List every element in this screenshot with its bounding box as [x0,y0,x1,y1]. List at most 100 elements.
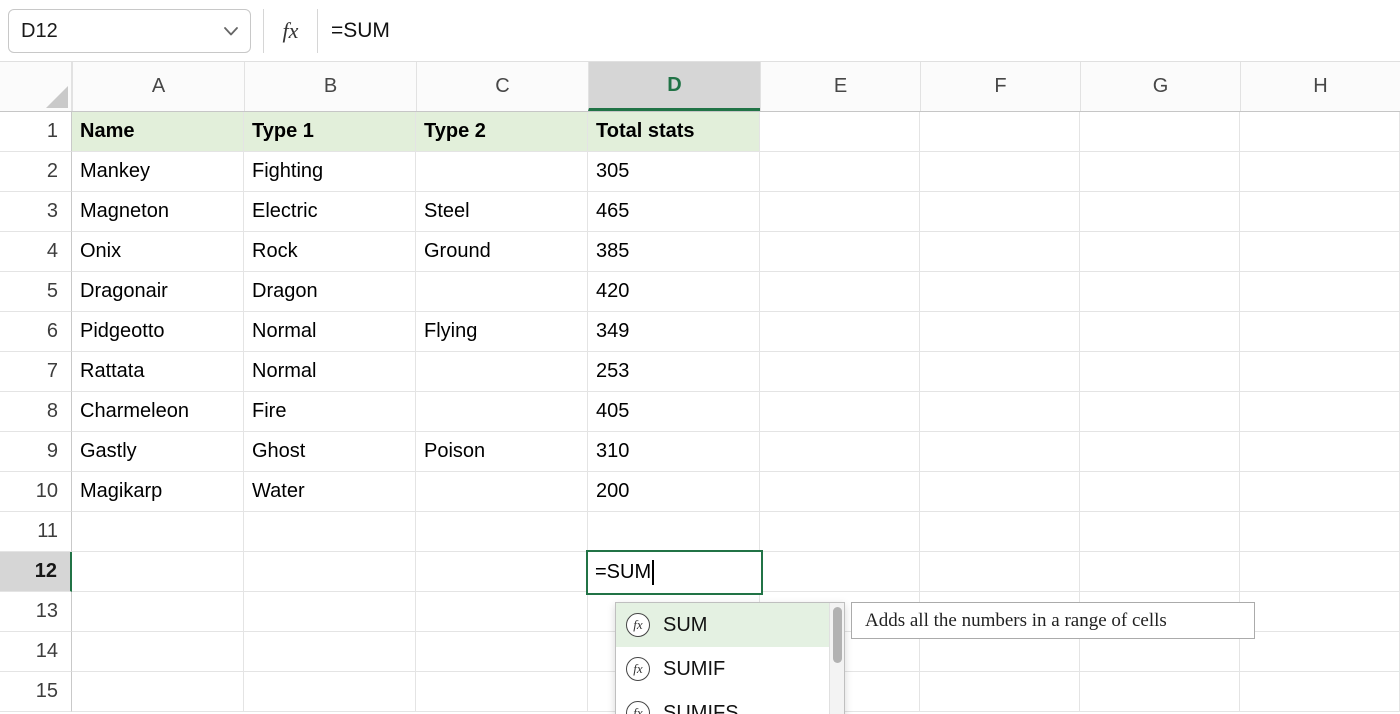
column-header-E[interactable]: E [760,62,920,111]
cell-C15[interactable] [416,672,588,712]
row-header-3[interactable]: 3 [0,192,72,232]
cell-C6[interactable]: Flying [416,312,588,352]
cell-C9[interactable]: Poison [416,432,588,472]
cell-G2[interactable] [1080,152,1240,192]
cell-H9[interactable] [1240,432,1400,472]
cell-E2[interactable] [760,152,920,192]
cell-C4[interactable]: Ground [416,232,588,272]
cell-C8[interactable] [416,392,588,432]
cell-B13[interactable] [244,592,416,632]
column-header-C[interactable]: C [416,62,588,111]
cell-G4[interactable] [1080,232,1240,272]
cell-E1[interactable] [760,112,920,152]
cell-F2[interactable] [920,152,1080,192]
cell-D4[interactable]: 385 [588,232,760,272]
cell-D6[interactable]: 349 [588,312,760,352]
cell-editor-D12[interactable]: =SUM [586,550,763,595]
cell-B9[interactable]: Ghost [244,432,416,472]
cell-C1[interactable]: Type 2 [416,112,588,152]
cell-H12[interactable] [1240,552,1400,592]
cell-G1[interactable] [1080,112,1240,152]
cell-A6[interactable]: Pidgeotto [72,312,244,352]
cell-D8[interactable]: 405 [588,392,760,432]
cell-D1[interactable]: Total stats [588,112,760,152]
cell-A5[interactable]: Dragonair [72,272,244,312]
cell-C11[interactable] [416,512,588,552]
cell-H6[interactable] [1240,312,1400,352]
cell-B4[interactable]: Rock [244,232,416,272]
cell-A14[interactable] [72,632,244,672]
cell-G15[interactable] [1080,672,1240,712]
cell-C10[interactable] [416,472,588,512]
cell-F10[interactable] [920,472,1080,512]
autocomplete-item-SUM[interactable]: fxSUM [616,603,830,647]
cell-G9[interactable] [1080,432,1240,472]
cell-F11[interactable] [920,512,1080,552]
cell-C13[interactable] [416,592,588,632]
cell-B5[interactable]: Dragon [244,272,416,312]
row-header-6[interactable]: 6 [0,312,72,352]
cell-A11[interactable] [72,512,244,552]
row-header-13[interactable]: 13 [0,592,72,632]
cell-A1[interactable]: Name [72,112,244,152]
row-header-15[interactable]: 15 [0,672,72,712]
cell-F15[interactable] [920,672,1080,712]
cell-A12[interactable] [72,552,244,592]
cell-G7[interactable] [1080,352,1240,392]
cell-H4[interactable] [1240,232,1400,272]
cell-B11[interactable] [244,512,416,552]
chevron-down-icon[interactable] [224,27,238,36]
cell-F4[interactable] [920,232,1080,272]
cell-E4[interactable] [760,232,920,272]
cell-E3[interactable] [760,192,920,232]
cell-G8[interactable] [1080,392,1240,432]
cell-A9[interactable]: Gastly [72,432,244,472]
cell-F5[interactable] [920,272,1080,312]
cell-A15[interactable] [72,672,244,712]
scrollbar-thumb[interactable] [833,607,842,663]
cell-F8[interactable] [920,392,1080,432]
cell-H1[interactable] [1240,112,1400,152]
cell-A4[interactable]: Onix [72,232,244,272]
column-header-F[interactable]: F [920,62,1080,111]
row-header-10[interactable]: 10 [0,472,72,512]
cell-C12[interactable] [416,552,588,592]
cell-D5[interactable]: 420 [588,272,760,312]
cell-B6[interactable]: Normal [244,312,416,352]
cell-A8[interactable]: Charmeleon [72,392,244,432]
column-header-B[interactable]: B [244,62,416,111]
autocomplete-item-SUMIFS[interactable]: fxSUMIFS [616,691,830,714]
row-header-4[interactable]: 4 [0,232,72,272]
cell-F12[interactable] [920,552,1080,592]
cell-E7[interactable] [760,352,920,392]
row-header-8[interactable]: 8 [0,392,72,432]
cell-G6[interactable] [1080,312,1240,352]
formula-input[interactable]: =SUM [331,0,390,62]
cell-G12[interactable] [1080,552,1240,592]
cell-B2[interactable]: Fighting [244,152,416,192]
cell-H10[interactable] [1240,472,1400,512]
cell-C5[interactable] [416,272,588,312]
cell-G10[interactable] [1080,472,1240,512]
cell-G5[interactable] [1080,272,1240,312]
cell-F3[interactable] [920,192,1080,232]
cell-A3[interactable]: Magneton [72,192,244,232]
cell-F6[interactable] [920,312,1080,352]
cell-D9[interactable]: 310 [588,432,760,472]
cell-H3[interactable] [1240,192,1400,232]
cell-A2[interactable]: Mankey [72,152,244,192]
row-header-12[interactable]: 12 [0,552,72,592]
cell-E8[interactable] [760,392,920,432]
cell-B15[interactable] [244,672,416,712]
row-header-7[interactable]: 7 [0,352,72,392]
cell-G3[interactable] [1080,192,1240,232]
cell-H15[interactable] [1240,672,1400,712]
column-header-H[interactable]: H [1240,62,1400,111]
row-header-2[interactable]: 2 [0,152,72,192]
column-header-D[interactable]: D [588,62,760,111]
row-header-9[interactable]: 9 [0,432,72,472]
cell-F1[interactable] [920,112,1080,152]
cell-H5[interactable] [1240,272,1400,312]
cell-A7[interactable]: Rattata [72,352,244,392]
cell-D2[interactable]: 305 [588,152,760,192]
